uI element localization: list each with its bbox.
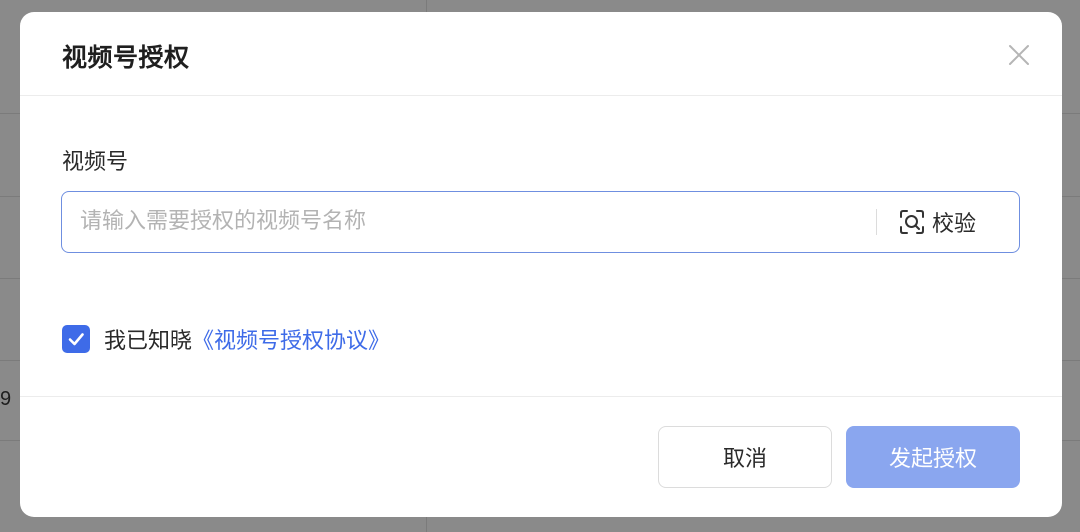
footer-divider — [20, 396, 1062, 397]
channel-name-input[interactable] — [80, 192, 840, 251]
scan-icon — [900, 210, 924, 234]
authorization-dialog: 视频号授权 视频号 校验 我已知晓 《视频号授权协议》 取消 — [20, 12, 1062, 517]
checkmark-icon — [68, 333, 84, 346]
channel-name-field: 校验 — [61, 191, 1020, 253]
field-label: 视频号 — [62, 150, 129, 175]
dialog-header: 视频号授权 — [20, 12, 1062, 96]
submit-authorization-button[interactable]: 发起授权 — [846, 426, 1020, 488]
input-divider — [876, 209, 877, 235]
agreement-text: 我已知晓 — [104, 329, 193, 354]
cancel-button[interactable]: 取消 — [658, 426, 832, 488]
agreement-row: 我已知晓 《视频号授权协议》 — [62, 323, 390, 355]
close-button[interactable] — [1006, 42, 1032, 68]
dialog-title: 视频号授权 — [62, 43, 190, 72]
agreement-checkbox[interactable] — [62, 325, 90, 353]
agreement-link[interactable]: 《视频号授权协议》 — [192, 323, 390, 355]
background-cell-text: 9 — [0, 388, 12, 410]
close-icon — [1009, 45, 1029, 65]
verify-label: 校验 — [932, 212, 977, 237]
verify-button[interactable]: 校验 — [898, 205, 976, 239]
